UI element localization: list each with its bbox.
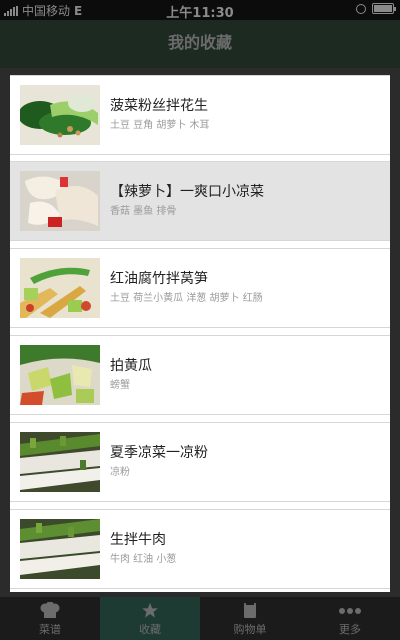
- recipe-title: 夏季凉菜一凉粉: [110, 445, 208, 461]
- chef-hat-icon: [40, 602, 60, 618]
- shopping-list-icon: [244, 602, 256, 618]
- dish-thumbnail: [20, 432, 100, 492]
- recipe-ingredients: 土豆 荷兰小黄瓜 洋葱 胡萝卜 红肠: [110, 293, 263, 304]
- recipe-title: 生拌牛肉: [110, 532, 166, 548]
- recipe-title: 红油腐竹拌莴笋: [110, 271, 208, 287]
- recipe-ingredients: 螃蟹: [110, 380, 130, 391]
- recipe-ingredients: 香菇 墨鱼 排骨: [110, 206, 177, 217]
- favorite-item[interactable]: 拍黄瓜 螃蟹: [10, 335, 390, 415]
- favorites-list[interactable]: 菠菜粉丝拌花生 土豆 豆角 胡萝卜 木耳 【辣萝卜】一爽口小凉菜 香菇 墨鱼 排…: [10, 75, 390, 592]
- more-dots-icon: [339, 608, 361, 614]
- recipe-title: 拍黄瓜: [110, 358, 152, 374]
- tab-favorites[interactable]: 收藏: [100, 597, 200, 640]
- tab-recipes[interactable]: 菜谱: [0, 597, 100, 640]
- recipe-ingredients: 土豆 豆角 胡萝卜 木耳: [110, 120, 210, 131]
- favorite-item[interactable]: 红油腐竹拌莴笋 土豆 荷兰小黄瓜 洋葱 胡萝卜 红肠: [10, 248, 390, 328]
- page-title: 我的收藏: [0, 20, 400, 68]
- bottom-tab-bar: 菜谱 收藏 购物单 更多: [0, 597, 400, 640]
- battery-icon: [372, 3, 396, 14]
- dish-thumbnail: [20, 171, 100, 231]
- status-bar: 中国移动 E 上午11:30: [0, 0, 400, 21]
- favorite-item[interactable]: 【辣萝卜】一爽口小凉菜 香菇 墨鱼 排骨: [10, 161, 390, 241]
- tab-more[interactable]: 更多: [300, 597, 400, 640]
- tab-shopping-list[interactable]: 购物单: [200, 597, 300, 640]
- favorite-item[interactable]: 夏季凉菜一凉粉 凉粉: [10, 422, 390, 502]
- recipe-title: 菠菜粉丝拌花生: [110, 98, 208, 114]
- recipe-ingredients: 凉粉: [110, 467, 130, 478]
- dish-thumbnail: [20, 258, 100, 318]
- tab-label: 菜谱: [39, 623, 61, 636]
- recipe-title: 【辣萝卜】一爽口小凉菜: [110, 184, 264, 200]
- tab-label: 更多: [339, 623, 361, 636]
- alarm-icon: [356, 3, 366, 14]
- dish-thumbnail: [20, 85, 100, 145]
- dish-thumbnail: [20, 345, 100, 405]
- status-time: 上午11:30: [166, 6, 234, 21]
- favorite-item[interactable]: 生拌牛肉 牛肉 红油 小葱: [10, 509, 390, 589]
- dish-thumbnail: [20, 519, 100, 579]
- recipe-ingredients: 牛肉 红油 小葱: [110, 554, 177, 565]
- favorite-item[interactable]: 菠菜粉丝拌花生 土豆 豆角 胡萝卜 木耳: [10, 75, 390, 155]
- tab-label: 购物单: [233, 623, 267, 636]
- tab-label: 收藏: [139, 623, 161, 636]
- star-icon: [142, 602, 158, 618]
